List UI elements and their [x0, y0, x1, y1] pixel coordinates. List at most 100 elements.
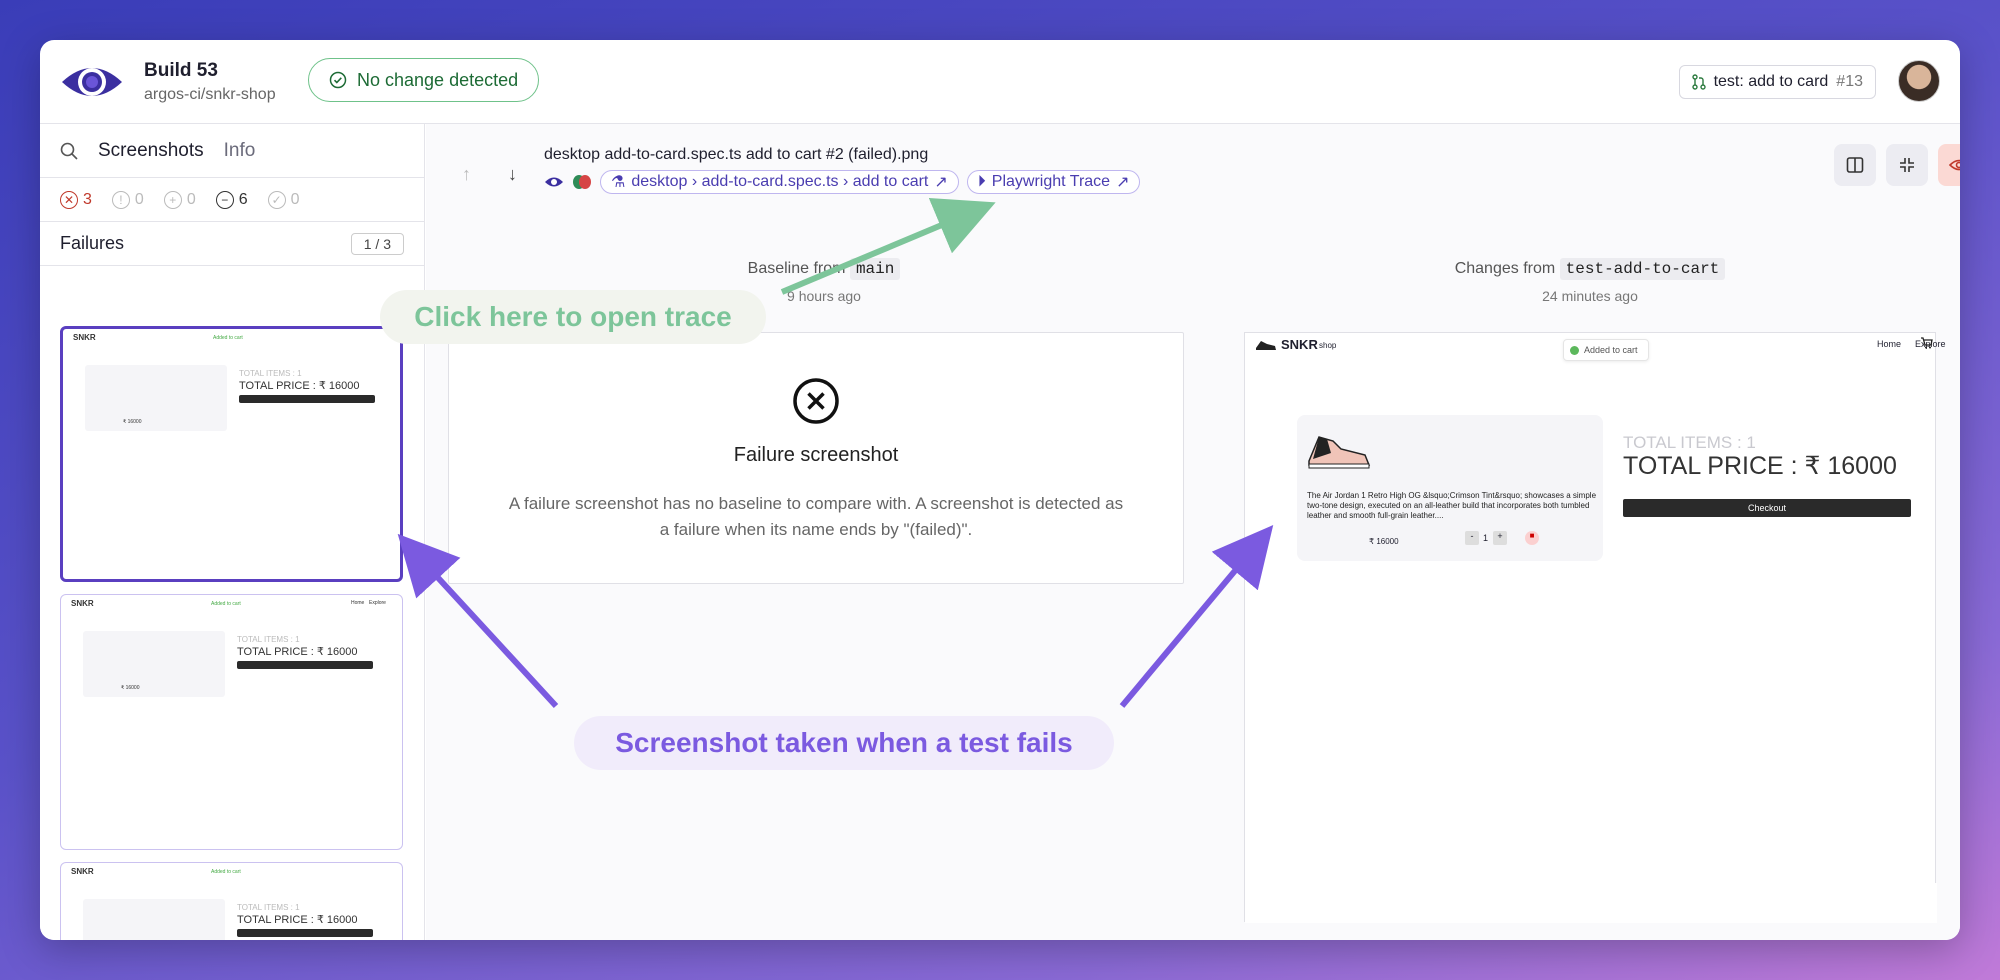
thumb-product-price: ₹ 16000	[121, 685, 140, 691]
changes-branch: test-add-to-cart	[1559, 258, 1726, 280]
check-circle-icon	[329, 71, 347, 89]
preview-bottom	[1245, 883, 1937, 923]
sidebar-tabs: Screenshots Info	[40, 124, 424, 178]
preview-total-items: TOTAL ITEMS : 1	[1623, 433, 1756, 452]
pr-number: #13	[1836, 73, 1863, 90]
test-path-label: desktop › add-to-card.spec.ts › add to c…	[631, 173, 929, 190]
build-info: Build 53 argos-ci/snkr-shop	[144, 60, 276, 104]
exclamation-circle-icon: !	[111, 190, 130, 209]
thumb-items: TOTAL ITEMS : 1	[237, 635, 300, 644]
branch-pill[interactable]: test: add to card #13	[1678, 65, 1876, 99]
failures-header: Failures 1 / 3	[40, 222, 424, 266]
thumb-brand: SNKR	[71, 867, 94, 876]
thumb-items: TOTAL ITEMS : 1	[237, 903, 300, 912]
toggle-overlay-button[interactable]	[1938, 144, 1960, 186]
check-circle-icon: ✓	[267, 190, 286, 209]
ok-count[interactable]: ✓ 0	[267, 190, 300, 209]
sneaker-logo-icon	[1256, 341, 1276, 350]
thumb-toast: Added to cart	[213, 335, 243, 341]
changes-time: 24 minutes ago	[1542, 288, 1638, 304]
tab-info[interactable]: Info	[224, 140, 256, 162]
x-circle-icon: ✕	[60, 190, 78, 209]
preview-checkout-button[interactable]: Checkout	[1623, 499, 1911, 517]
tab-screenshots[interactable]: Screenshots	[98, 140, 204, 162]
unchanged-count[interactable]: −6	[215, 190, 248, 209]
screenshot-thumbnail[interactable]: SNKR Added to cart TOTAL ITEMS : 1 TOTAL…	[60, 326, 403, 582]
playwright-masks-icon	[573, 175, 591, 189]
trace-label: Playwright Trace	[991, 173, 1111, 190]
external-link-icon: ↗	[934, 174, 948, 191]
thumb-product-card	[85, 365, 227, 431]
app-window: Build 53 argos-ci/snkr-shop No change de…	[40, 40, 1960, 940]
status-badge: No change detected	[308, 58, 540, 102]
status-label: No change detected	[357, 69, 519, 90]
baseline-branch: main	[849, 258, 901, 280]
failed-count[interactable]: ✕ 3	[60, 190, 92, 209]
sidebar: Screenshots Info ✕ 3 ! 0 +0 −6 ✓ 0 Failures…	[40, 124, 425, 940]
preview-toast: Added to cart	[1563, 339, 1649, 361]
trash-icon[interactable]: ■	[1525, 531, 1539, 545]
avatar[interactable]	[1898, 60, 1940, 102]
thumb-toast: Added to cart	[211, 869, 241, 875]
thumb-product-price: ₹ 16000	[123, 419, 142, 425]
eye-icon	[1949, 159, 1960, 171]
screenshot-filename: desktop add-to-card.spec.ts add to cart …	[544, 146, 929, 163]
thumb-brand: SNKR	[73, 333, 96, 342]
playwright-trace-link[interactable]: ⏵ Playwright Trace ↗	[966, 170, 1141, 194]
fit-screen-button[interactable]	[1886, 144, 1928, 186]
external-link-icon: ↗	[1116, 174, 1130, 191]
preview-qty: 1	[1483, 533, 1489, 543]
failure-title: Failure screenshot	[733, 444, 899, 466]
x-circle-icon	[793, 378, 839, 424]
thumb-checkout-bar	[237, 661, 373, 669]
pager[interactable]: 1 / 3	[350, 232, 404, 255]
top-bar: Build 53 argos-ci/snkr-shop No change de…	[40, 40, 1960, 124]
thumb-nav-explore: Explore	[369, 600, 386, 606]
thumb-toast: Added to cart	[211, 601, 241, 607]
thumb-price: TOTAL PRICE : ₹ 16000	[239, 380, 360, 392]
thumb-product-card	[83, 631, 225, 697]
thumb-checkout-bar	[239, 395, 375, 403]
minus-circle-icon: −	[215, 190, 234, 209]
preview-nav-home[interactable]: Home	[1877, 339, 1901, 349]
thumb-items: TOTAL ITEMS : 1	[239, 369, 302, 378]
thumb-nav-home: Home	[351, 600, 365, 606]
changes-label: Changes from	[1454, 260, 1556, 277]
eye-icon	[545, 177, 563, 187]
preview-total-price: TOTAL PRICE : ₹ 16000	[1623, 452, 1897, 480]
added-count[interactable]: +0	[163, 190, 196, 209]
shrink-icon	[1900, 158, 1914, 172]
git-pull-request-icon	[1691, 74, 1706, 90]
sneaker-image-icon	[1308, 436, 1371, 469]
preview-brand-suffix: shop	[1319, 341, 1337, 350]
cart-icon[interactable]	[1921, 337, 1933, 349]
warning-count[interactable]: ! 0	[111, 190, 144, 209]
test-path-link[interactable]: ⚗ desktop › add-to-card.spec.ts › add to…	[600, 170, 959, 194]
main-panel: ↑ ↓ desktop add-to-card.spec.ts add to c…	[426, 124, 1960, 940]
branch-label: test: add to card	[1713, 73, 1829, 90]
preview-product-card: The Air Jordan 1 Retro High OG &lsquo;Cr…	[1297, 415, 1603, 561]
trace-annotation: Click here to open trace	[380, 290, 766, 344]
preview-product-price: ₹ 16000	[1369, 537, 1399, 546]
changes-screenshot[interactable]: SNKR shop Added to cart Home Explore The…	[1244, 332, 1946, 923]
screenshot-thumbnail[interactable]: SNKR Added to cart TOTAL ITEMS : 1 TOTAL…	[60, 862, 403, 940]
preview-qty-plus[interactable]: +	[1493, 531, 1507, 545]
thumb-product-card	[83, 899, 225, 940]
search-icon[interactable]	[60, 142, 78, 160]
repo-name[interactable]: argos-ci/snkr-shop	[144, 86, 276, 104]
screenshot-meta: ⚗ desktop › add-to-card.spec.ts › add to…	[544, 170, 1141, 194]
failure-annotation: Screenshot taken when a test fails	[574, 716, 1114, 770]
split-view-button[interactable]	[1834, 144, 1876, 186]
arrow-up-icon[interactable]: ↑	[462, 164, 471, 185]
preview-brand: SNKR	[1281, 337, 1318, 352]
failure-notice: Failure screenshot A failure screenshot …	[448, 332, 1184, 584]
preview-product-desc: The Air Jordan 1 Retro High OG &lsquo;Cr…	[1307, 491, 1597, 520]
preview-qty-minus[interactable]: -	[1465, 531, 1479, 545]
flask-icon: ⚗	[611, 174, 626, 191]
failure-description: A failure screenshot has no baseline to …	[508, 494, 1124, 539]
arrow-down-icon[interactable]: ↓	[508, 164, 517, 185]
screenshot-thumbnail[interactable]: SNKR Added to cart Home Explore TOTAL IT…	[60, 594, 403, 850]
thumb-price: TOTAL PRICE : ₹ 16000	[237, 646, 358, 658]
argos-eye-logo-icon[interactable]	[60, 58, 124, 106]
thumb-checkout-bar	[237, 929, 373, 937]
